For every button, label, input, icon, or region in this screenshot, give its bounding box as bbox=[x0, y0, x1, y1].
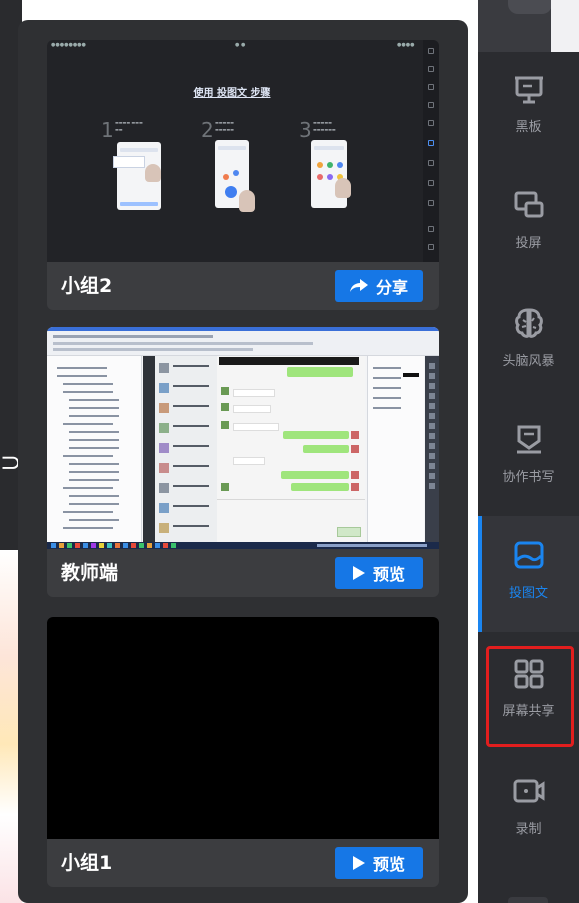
screen-card-teacher[interactable]: 教师端 预览 bbox=[47, 327, 439, 597]
card-footer: 小组2 分享 bbox=[47, 262, 439, 310]
hand-mockup bbox=[335, 178, 351, 198]
collab-write-icon bbox=[517, 425, 541, 454]
toolbar-item-cast[interactable]: 投屏 bbox=[478, 166, 579, 282]
preview-button[interactable]: 预览 bbox=[335, 847, 423, 879]
blank-screen bbox=[47, 617, 439, 839]
desktop-screenshot bbox=[47, 327, 439, 549]
card-title: 小组2 bbox=[61, 275, 113, 297]
screen-card-group1[interactable]: 小组1 预览 bbox=[47, 617, 439, 887]
hand-mockup bbox=[145, 164, 161, 182]
screen-thumbnail[interactable]: ●●●●●●●● ● ● ●●●● 使用 投图文 步骤 1 ▬▬▬▬ ▬▬▬ ▬▬… bbox=[47, 40, 439, 262]
cast-screen-icon bbox=[514, 191, 544, 218]
image-text-icon bbox=[514, 541, 544, 569]
step-caption: ▬▬▬▬ ▬▬▬ ▬▬ bbox=[115, 120, 143, 132]
preview-button-label: 预览 bbox=[372, 565, 405, 584]
card-title: 小组1 bbox=[61, 852, 113, 874]
hand-mockup bbox=[239, 190, 255, 212]
popup-mockup bbox=[113, 156, 145, 168]
share-button[interactable]: 分享 bbox=[335, 270, 423, 302]
screen-root: ⊃ ●●●●●●●● ● ● ●●●● 使用 投图文 步骤 1 ▬▬▬▬ ▬▬▬… bbox=[0, 0, 579, 903]
record-camera-icon bbox=[513, 779, 545, 803]
card-title: 教师端 bbox=[61, 562, 119, 584]
share-button-label: 分享 bbox=[375, 278, 408, 297]
right-toolbar: 黑板 投屏 头脑风暴 协作书写 投图文 屏幕共享 录制 bbox=[478, 0, 579, 903]
preview-button[interactable]: 预览 bbox=[335, 557, 423, 589]
toolbar-item-image-text[interactable]: 投图文 bbox=[478, 516, 579, 632]
toolbar-item-label: 黑板 bbox=[515, 120, 542, 135]
step-caption: ▬▬▬▬▬ ▬▬▬▬▬ bbox=[215, 120, 234, 132]
slide-topbar: ●●●●●●●● ● ● ●●●● bbox=[51, 42, 415, 48]
tutorial-slide: ●●●●●●●● ● ● ●●●● 使用 投图文 步骤 1 ▬▬▬▬ ▬▬▬ ▬▬… bbox=[47, 40, 439, 262]
toolbar-item-collab-write[interactable]: 协作书写 bbox=[478, 400, 579, 516]
brain-icon bbox=[515, 308, 543, 338]
toolbar-item-record[interactable]: 录制 bbox=[478, 752, 579, 868]
step-number: 1 bbox=[101, 118, 114, 142]
active-indicator bbox=[478, 516, 482, 632]
slide-side-rail bbox=[423, 40, 439, 262]
toolbar-item-label: 头脑风暴 bbox=[502, 354, 555, 369]
grid-screen-share-icon bbox=[514, 659, 544, 689]
play-icon bbox=[352, 856, 365, 870]
toolbar-top-tab[interactable] bbox=[478, 0, 579, 52]
toolbar-item-screen-share[interactable]: 屏幕共享 bbox=[478, 634, 579, 750]
screen-card-group2[interactable]: ●●●●●●●● ● ● ●●●● 使用 投图文 步骤 1 ▬▬▬▬ ▬▬▬ ▬▬… bbox=[47, 40, 439, 310]
share-panel: ●●●●●●●● ● ● ●●●● 使用 投图文 步骤 1 ▬▬▬▬ ▬▬▬ ▬▬… bbox=[18, 20, 468, 903]
slide-title: 使用 投图文 步骤 bbox=[193, 88, 271, 99]
toolbar-item-label: 屏幕共享 bbox=[502, 704, 555, 719]
card-footer: 小组1 预览 bbox=[47, 839, 439, 887]
toolbar-item-label: 录制 bbox=[515, 822, 542, 837]
preview-button-label: 预览 bbox=[372, 855, 405, 874]
toolbar-item-label: 投图文 bbox=[508, 586, 548, 601]
screen-thumbnail[interactable] bbox=[47, 617, 439, 839]
share-arrow-icon bbox=[349, 279, 368, 292]
toolbar-item-blackboard[interactable]: 黑板 bbox=[478, 50, 579, 166]
toolbar-item-brainstorm[interactable]: 头脑风暴 bbox=[478, 284, 579, 400]
toolbar-item-label: 协作书写 bbox=[502, 470, 555, 485]
toolbar-next-item-stub bbox=[508, 897, 548, 903]
blackboard-icon bbox=[515, 76, 543, 104]
step-caption: ▬▬▬▬▬ ▬▬▬▬▬▬ bbox=[313, 120, 336, 132]
step-number: 3 bbox=[299, 118, 312, 142]
toolbar-item-label: 投屏 bbox=[515, 236, 542, 251]
play-icon bbox=[352, 566, 365, 580]
card-footer: 教师端 预览 bbox=[47, 549, 439, 597]
step-number: 2 bbox=[201, 118, 214, 142]
screen-thumbnail[interactable] bbox=[47, 327, 439, 549]
